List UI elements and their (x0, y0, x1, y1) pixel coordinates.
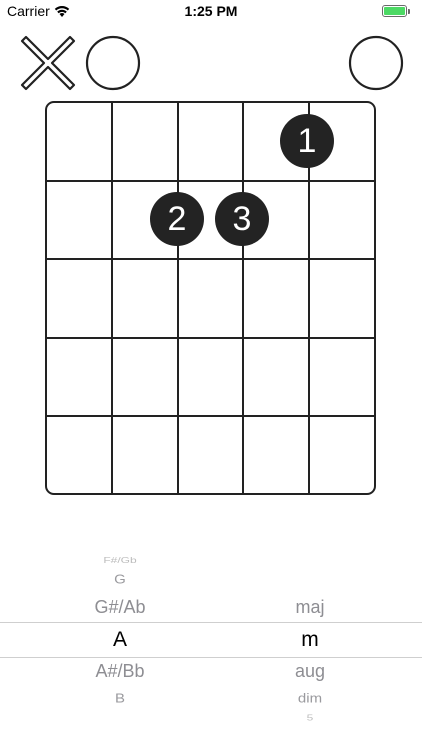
fretboard[interactable]: 1 2 3 (45, 101, 376, 495)
string-line (177, 103, 179, 493)
fret-line (47, 180, 374, 182)
root-option[interactable]: A#/Bb (60, 661, 180, 682)
finger-marker-1[interactable]: 1 (280, 114, 334, 168)
quality-option[interactable]: dim (250, 691, 370, 705)
battery-tip (408, 9, 410, 14)
quality-option[interactable]: maj (250, 597, 370, 618)
picker-selection-bottom-line (0, 657, 422, 658)
chord-picker[interactable]: F#/Gb G G#/Ab A A#/Bb B maj m aug dim 5 (0, 540, 422, 750)
root-option[interactable]: G#/Ab (60, 597, 180, 618)
root-option-selected[interactable]: A (60, 628, 180, 652)
finger-marker-2[interactable]: 2 (150, 192, 204, 246)
picker-selection-top-line (0, 622, 422, 623)
root-option[interactable]: G (60, 572, 180, 587)
quality-option[interactable]: aug (250, 661, 370, 682)
string-1-muted-icon[interactable] (20, 35, 76, 91)
string-line (111, 103, 113, 493)
string-line (242, 103, 244, 493)
fret-line (47, 415, 374, 417)
clock: 1:25 PM (184, 3, 238, 19)
string-2-open-icon[interactable] (85, 35, 141, 91)
fret-line (47, 337, 374, 339)
status-bar: Carrier 1:25 PM (0, 0, 422, 22)
root-option[interactable]: B (60, 691, 180, 706)
root-option[interactable]: F#/Gb (60, 555, 180, 565)
finger-marker-3[interactable]: 3 (215, 192, 269, 246)
string-6-open-icon[interactable] (348, 35, 404, 91)
battery-icon (382, 5, 407, 17)
quality-option-selected[interactable]: m (250, 628, 370, 652)
fret-line (47, 258, 374, 260)
quality-option[interactable]: 5 (250, 713, 370, 722)
